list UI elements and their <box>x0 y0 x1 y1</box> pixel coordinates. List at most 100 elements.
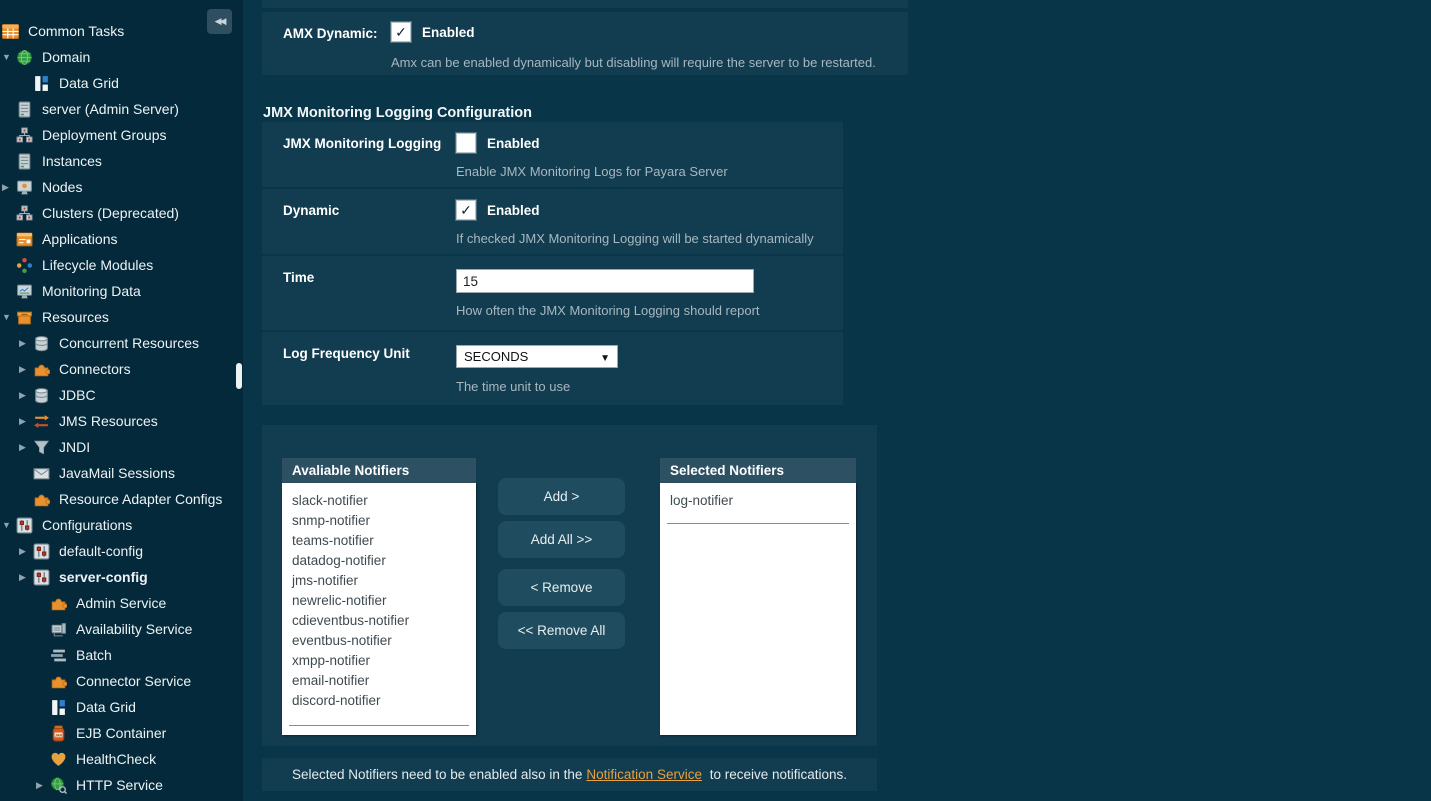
data-grid-icon <box>33 75 50 92</box>
notification-service-link[interactable]: Notification Service <box>582 767 702 782</box>
sidebar-item-lifecycle-modules[interactable]: Lifecycle Modules <box>2 252 243 278</box>
sidebar-item-jms-resources[interactable]: JMS Resources <box>2 408 243 434</box>
sidebar-item-data-grid[interactable]: Data Grid <box>2 70 243 96</box>
time-input[interactable] <box>456 269 754 293</box>
list-item[interactable]: jms-notifier <box>282 571 476 591</box>
sidebar-item-admin-service[interactable]: Admin Service <box>2 590 243 616</box>
remove-button[interactable]: < Remove <box>498 569 625 606</box>
list-item[interactable]: newrelic-notifier <box>282 591 476 611</box>
collapse-arrow-icon[interactable] <box>2 44 16 70</box>
list-item[interactable]: slack-notifier <box>282 491 476 511</box>
sidebar-item-jdbc[interactable]: JDBC <box>2 382 243 408</box>
sidebar-item-label: HTTP Service <box>76 777 163 793</box>
sidebar-item-label: Domain <box>42 49 90 65</box>
list-item[interactable]: eventbus-notifier <box>282 631 476 651</box>
tasks-table-icon <box>2 23 19 40</box>
sidebar-item-monitoring-data[interactable]: Monitoring Data <box>2 278 243 304</box>
sidebar-item-server-admin-server[interactable]: server (Admin Server) <box>2 96 243 122</box>
add-all-button[interactable]: Add All >> <box>498 521 625 558</box>
previous-panel-edge <box>262 0 908 8</box>
puzzle-icon <box>33 361 50 378</box>
list-item[interactable]: teams-notifier <box>282 531 476 551</box>
sidebar-item-http-service[interactable]: HTTP Service <box>2 772 243 798</box>
sliders-icon <box>16 517 33 534</box>
sidebar-item-availability-service[interactable]: Availability Service <box>2 616 243 642</box>
collapse-arrow-icon[interactable] <box>2 512 16 538</box>
list-item[interactable]: snmp-notifier <box>282 511 476 531</box>
available-notifiers-list[interactable]: slack-notifier snmp-notifier teams-notif… <box>282 483 476 735</box>
sidebar-item-label: Common Tasks <box>28 23 124 39</box>
expand-arrow-icon[interactable] <box>19 564 33 590</box>
log-frequency-unit-label: Log Frequency Unit <box>283 346 410 361</box>
log-frequency-unit-select[interactable]: SECONDS <box>456 345 618 368</box>
notifiers-footer-note: Selected Notifiers need to be enabled al… <box>262 758 877 791</box>
list-item[interactable]: log-notifier <box>660 491 856 511</box>
jmx-monitoring-logging-label: JMX Monitoring Logging <box>283 136 441 151</box>
sidebar-item-connectors[interactable]: Connectors <box>2 356 243 382</box>
dropdown-arrow-icon <box>600 349 610 364</box>
sidebar-item-label: Concurrent Resources <box>59 335 199 351</box>
sidebar-item-label: Batch <box>76 647 112 663</box>
amx-dynamic-help: Amx can be enabled dynamically but disab… <box>391 55 876 70</box>
sidebar-scrollbar-thumb[interactable] <box>236 363 242 389</box>
list-item[interactable]: cdieventbus-notifier <box>282 611 476 631</box>
selected-notifiers-header: Selected Notifiers <box>660 458 856 483</box>
sidebar-collapse-button[interactable] <box>207 9 232 34</box>
expand-arrow-icon[interactable] <box>19 382 33 408</box>
expand-arrow-icon[interactable] <box>2 174 16 200</box>
sidebar-item-healthcheck[interactable]: HealthCheck <box>2 746 243 772</box>
expand-arrow-icon[interactable] <box>19 330 33 356</box>
sidebar-item-applications[interactable]: Applications <box>2 226 243 252</box>
sidebar-item-label: default-config <box>59 543 143 559</box>
list-item[interactable]: email-notifier <box>282 671 476 691</box>
envelope-icon <box>33 465 50 482</box>
sidebar-item-label: Data Grid <box>76 699 136 715</box>
application-window-icon <box>16 231 33 248</box>
sidebar-item-configurations[interactable]: Configurations <box>2 512 243 538</box>
sidebar-item-clusters-deprecated[interactable]: Clusters (Deprecated) <box>2 200 243 226</box>
sidebar-item-concurrent-resources[interactable]: Concurrent Resources <box>2 330 243 356</box>
sidebar-item-nodes[interactable]: Nodes <box>2 174 243 200</box>
sidebar-item-label: Clusters (Deprecated) <box>42 205 179 221</box>
expand-arrow-icon[interactable] <box>19 408 33 434</box>
list-item[interactable]: xmpp-notifier <box>282 651 476 671</box>
sidebar-item-deployment-groups[interactable]: Deployment Groups <box>2 122 243 148</box>
sidebar-item-default-config[interactable]: default-config <box>2 538 243 564</box>
sidebar-item-label: EJB Container <box>76 725 166 741</box>
jmx-monitoring-logging-row: JMX Monitoring Logging Enabled Enable JM… <box>262 122 843 187</box>
expand-arrow-icon[interactable] <box>19 356 33 382</box>
sidebar-item-label: JNDI <box>59 439 90 455</box>
sidebar-item-jndi[interactable]: JNDI <box>2 434 243 460</box>
lifecycle-dots-icon <box>16 257 33 274</box>
node-group-icon <box>16 127 33 144</box>
remove-all-button[interactable]: << Remove All <box>498 612 625 649</box>
selected-notifiers-list[interactable]: log-notifier <box>660 483 856 735</box>
sidebar-item-label: JDBC <box>59 387 96 403</box>
data-grid-icon <box>50 699 67 716</box>
sidebar-item-data-grid-config[interactable]: Data Grid <box>2 694 243 720</box>
list-separator <box>667 523 849 524</box>
sidebar-item-connector-service[interactable]: Connector Service <box>2 668 243 694</box>
list-item[interactable]: discord-notifier <box>282 691 476 711</box>
expand-arrow-icon[interactable] <box>19 434 33 460</box>
add-button[interactable]: Add > <box>498 478 625 515</box>
expand-arrow-icon[interactable] <box>36 772 50 798</box>
sidebar-item-javamail-sessions[interactable]: JavaMail Sessions <box>2 460 243 486</box>
sidebar-item-instances[interactable]: Instances <box>2 148 243 174</box>
sidebar-item-ejb-container[interactable]: EJB Container <box>2 720 243 746</box>
amx-dynamic-checkbox[interactable] <box>391 22 411 42</box>
dynamic-checkbox[interactable] <box>456 200 476 220</box>
sidebar-item-resources[interactable]: Resources <box>2 304 243 330</box>
sidebar-item-batch[interactable]: Batch <box>2 642 243 668</box>
sidebar-item-server-config[interactable]: server-config <box>2 564 243 590</box>
list-item[interactable]: datadog-notifier <box>282 551 476 571</box>
jmx-monitoring-logging-help: Enable JMX Monitoring Logs for Payara Se… <box>456 164 728 179</box>
enabled-label: Enabled <box>487 203 540 218</box>
jmx-monitoring-logging-checkbox[interactable] <box>456 133 476 153</box>
expand-arrow-icon[interactable] <box>19 538 33 564</box>
sidebar-item-resource-adapter-configs[interactable]: Resource Adapter Configs <box>2 486 243 512</box>
sidebar-item-domain[interactable]: Domain <box>2 44 243 70</box>
payara-admin-console: Common Tasks Domain Data Grid server (Ad… <box>0 0 1431 801</box>
sidebar-item-label: Applications <box>42 231 118 247</box>
collapse-arrow-icon[interactable] <box>2 304 16 330</box>
